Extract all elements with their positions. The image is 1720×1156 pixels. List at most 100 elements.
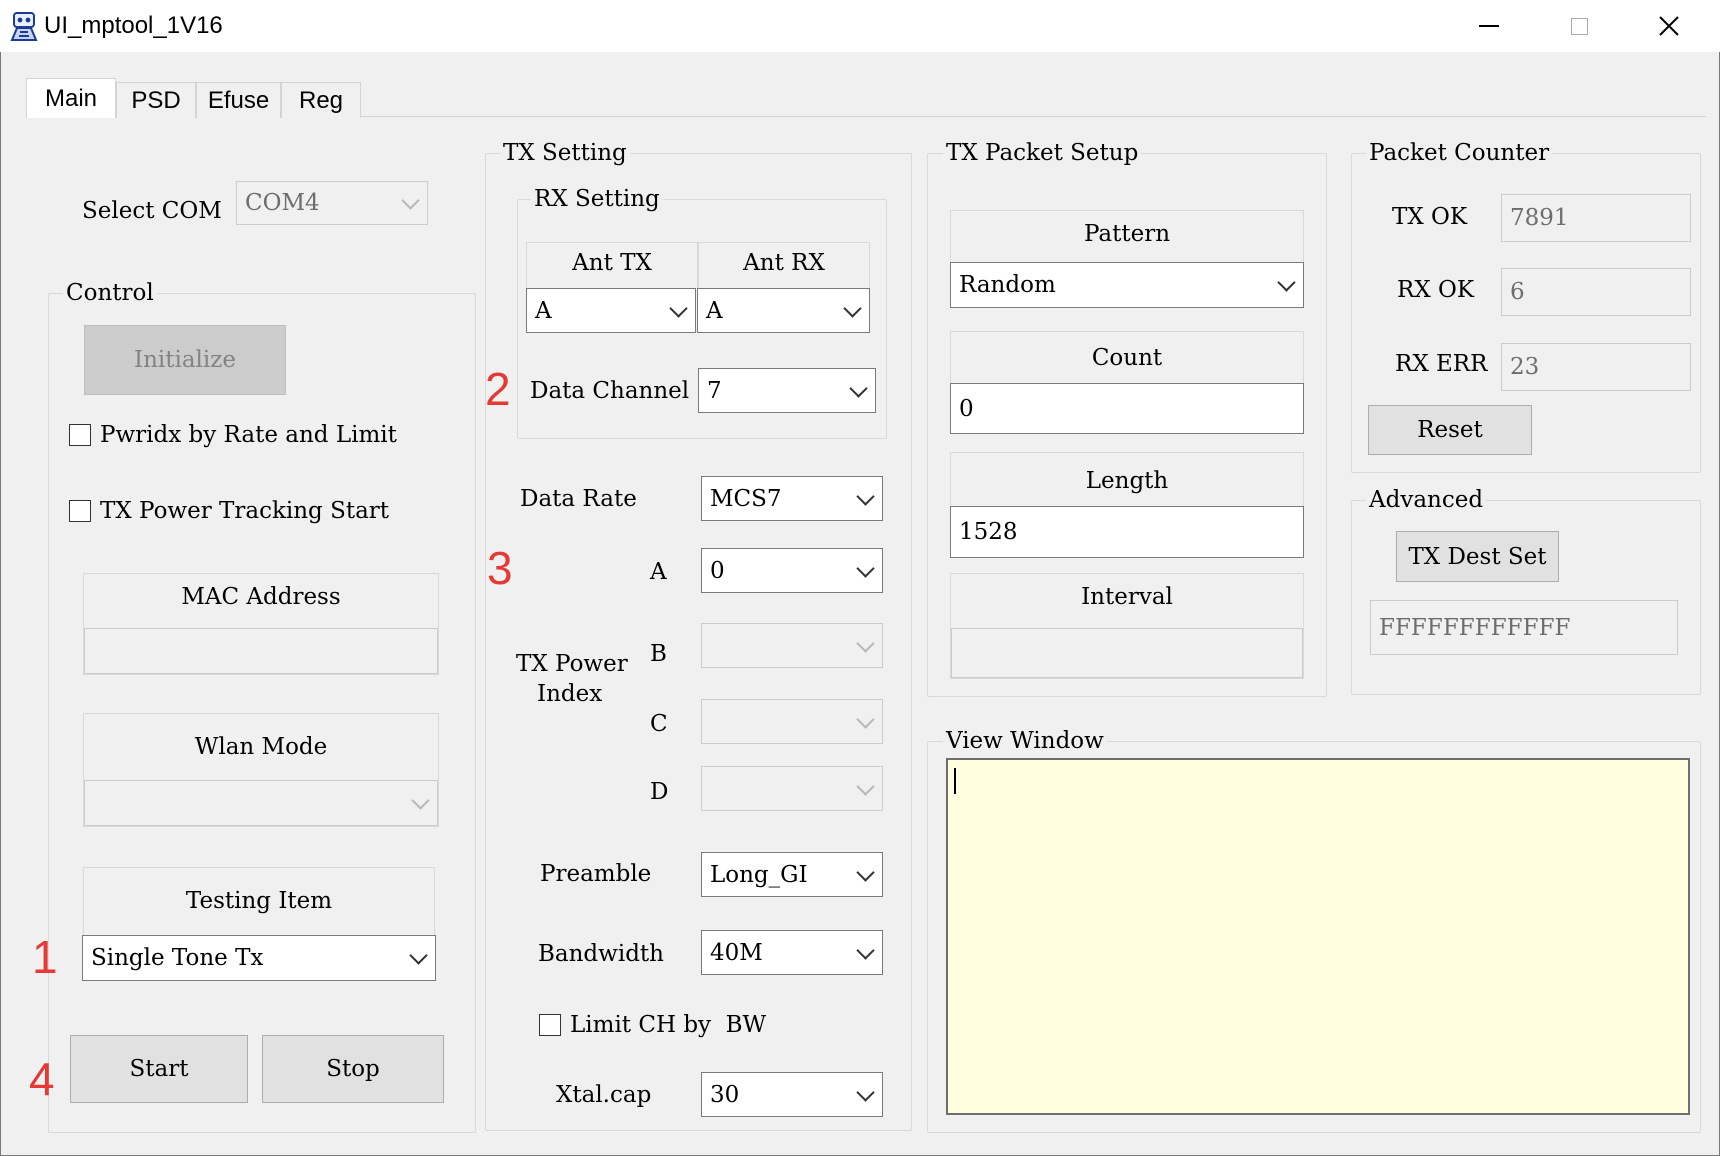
chevron-down-icon: [856, 1082, 875, 1102]
xtal-cap-label: Xtal.cap: [556, 1082, 652, 1108]
rx-setting-title: RX Setting: [531, 187, 663, 211]
power-a-select[interactable]: 0: [701, 548, 883, 593]
chevron-down-icon: [849, 378, 868, 398]
data-channel-value: 7: [707, 377, 722, 404]
annotation-mark-3: 3: [487, 542, 513, 594]
power-b-select[interactable]: [701, 623, 883, 668]
view-window-textarea[interactable]: [946, 758, 1690, 1115]
ant-rx-value: A: [706, 297, 723, 324]
tab-main[interactable]: Main: [26, 78, 116, 118]
rx-err-label: RX ERR: [1395, 351, 1488, 377]
chevron-down-icon: [1277, 273, 1296, 292]
chevron-down-icon: [669, 298, 688, 318]
testing-item-select[interactable]: Single Tone Tx: [82, 935, 436, 981]
testing-item-value: Single Tone Tx: [91, 945, 264, 971]
select-com-label: Select COM: [82, 198, 222, 224]
interval-label: Interval: [1081, 584, 1173, 610]
power-d-select[interactable]: [701, 766, 883, 811]
chevron-down-icon: [843, 298, 862, 318]
tx-ok-field: 7891: [1501, 194, 1691, 242]
testing-item-label: Testing Item: [185, 888, 333, 914]
data-rate-label: Data Rate: [520, 486, 637, 512]
power-a-value: 0: [710, 557, 725, 584]
minimize-icon: [1479, 25, 1499, 27]
tx-power-index-label-line2: Index: [537, 681, 603, 707]
tx-power-tracking-label: TX Power Tracking Start: [100, 498, 390, 524]
preamble-select[interactable]: Long_GI: [701, 852, 883, 897]
chevron-down-icon: [856, 776, 875, 796]
data-rate-value: MCS7: [710, 485, 782, 512]
text-caret: [954, 768, 956, 794]
bandwidth-label: Bandwidth: [538, 941, 664, 967]
tx-packet-setup-title: TX Packet Setup: [943, 141, 1142, 165]
tab-psd[interactable]: PSD: [116, 82, 196, 118]
wlan-mode-select[interactable]: [84, 780, 438, 826]
annotation-mark-2: 2: [485, 363, 511, 415]
tab-efuse[interactable]: Efuse: [196, 82, 281, 118]
close-icon: [1659, 16, 1679, 36]
data-channel-label: Data Channel: [530, 378, 690, 404]
app-icon: [8, 10, 40, 42]
start-button[interactable]: Start: [70, 1035, 248, 1103]
com-select[interactable]: COM4: [236, 181, 428, 225]
limit-ch-by-bw-checkbox[interactable]: [539, 1014, 561, 1036]
tx-power-tracking-checkbox[interactable]: [69, 500, 91, 522]
data-rate-select[interactable]: MCS7: [701, 476, 883, 521]
advanced-title: Advanced: [1366, 488, 1487, 512]
ant-tx-label: Ant TX: [572, 250, 652, 276]
pattern-label: Pattern: [1083, 221, 1171, 247]
chevron-down-icon: [411, 791, 430, 810]
count-input[interactable]: 0: [950, 383, 1304, 434]
chevron-down-icon: [856, 940, 875, 960]
tx-dest-address-field[interactable]: FFFFFFFFFFFF: [1370, 600, 1678, 655]
tab-reg[interactable]: Reg: [281, 82, 361, 118]
chevron-down-icon: [856, 633, 875, 653]
mac-address-field[interactable]: [84, 628, 438, 674]
chevron-down-icon: [856, 486, 875, 506]
ant-rx-label: Ant RX: [743, 250, 825, 276]
preamble-label: Preamble: [540, 861, 652, 887]
rx-ok-label: RX OK: [1397, 277, 1475, 303]
bandwidth-value: 40M: [710, 939, 763, 966]
power-c-field: [706, 704, 846, 739]
tx-power-index-label-line1: TX Power: [516, 651, 628, 677]
limit-ch-by-bw-label: Limit CH by BW: [570, 1012, 767, 1038]
ant-rx-select[interactable]: A: [697, 288, 870, 333]
annotation-mark-4: 4: [29, 1053, 55, 1105]
power-c-label: C: [650, 711, 668, 737]
com-select-value: COM4: [245, 190, 320, 216]
interval-input[interactable]: [951, 628, 1303, 678]
packet-counter-title: Packet Counter: [1366, 141, 1553, 165]
power-d-label: D: [650, 779, 669, 805]
chevron-down-icon: [856, 709, 875, 729]
power-d-field: [706, 771, 846, 806]
power-c-select[interactable]: [701, 699, 883, 744]
tx-ok-label: TX OK: [1392, 204, 1468, 230]
data-channel-select[interactable]: 7: [698, 368, 876, 413]
ant-tx-select[interactable]: A: [526, 288, 696, 333]
count-label: Count: [1091, 345, 1163, 371]
tx-dest-set-button[interactable]: TX Dest Set: [1396, 531, 1559, 582]
tx-setting-title: TX Setting: [500, 141, 630, 165]
power-b-field: [706, 628, 846, 663]
pattern-select[interactable]: Random: [950, 262, 1304, 308]
length-label: Length: [1085, 468, 1169, 494]
xtal-cap-select[interactable]: 30: [701, 1072, 883, 1117]
advanced-group: [1351, 500, 1701, 695]
chevron-down-icon: [409, 946, 428, 965]
maximize-button[interactable]: [1534, 0, 1624, 52]
bandwidth-select[interactable]: 40M: [701, 930, 883, 975]
pwridx-checkbox[interactable]: [69, 424, 91, 446]
minimize-button[interactable]: [1444, 0, 1534, 52]
close-button[interactable]: [1624, 0, 1714, 52]
chevron-down-icon: [401, 191, 420, 210]
reset-button[interactable]: Reset: [1368, 405, 1532, 455]
preamble-value: Long_GI: [710, 861, 808, 888]
power-b-label: B: [650, 641, 667, 667]
initialize-button[interactable]: Initialize: [84, 325, 286, 395]
control-group-title: Control: [63, 281, 157, 305]
annotation-mark-1: 1: [32, 931, 58, 983]
mac-address-label: MAC Address: [181, 584, 341, 610]
stop-button[interactable]: Stop: [262, 1035, 444, 1103]
length-input[interactable]: 1528: [950, 506, 1304, 558]
